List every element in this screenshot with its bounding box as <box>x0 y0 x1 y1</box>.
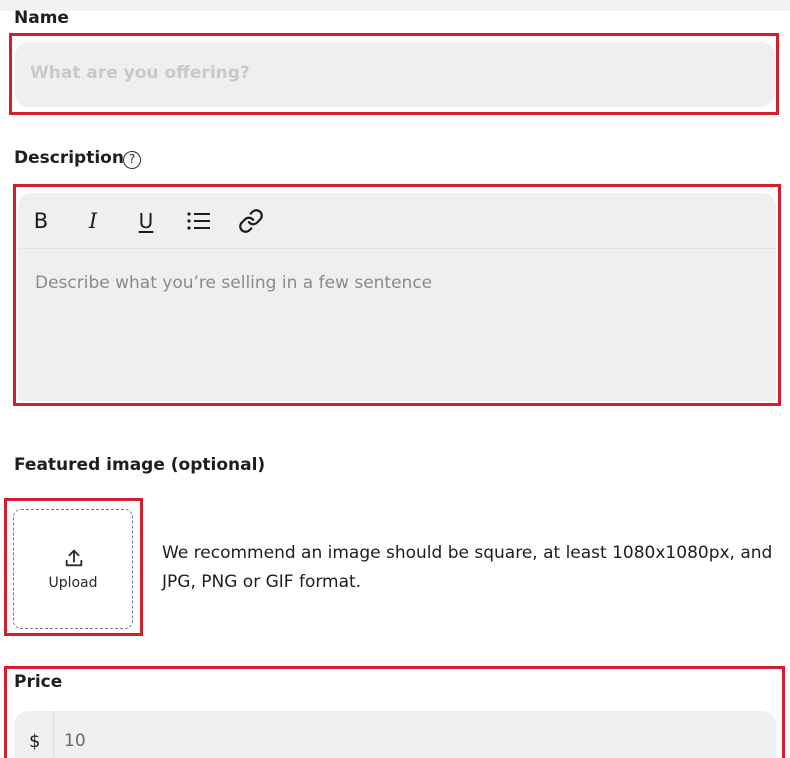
upload-label: Upload <box>48 575 98 591</box>
price-input[interactable]: 10 <box>64 731 86 751</box>
italic-icon[interactable]: I <box>79 207 107 235</box>
name-input-placeholder[interactable]: What are you offering? <box>30 63 250 83</box>
description-editor[interactable]: B I U Describe what you’re selling in a … <box>18 193 776 401</box>
link-icon[interactable] <box>237 207 265 235</box>
currency-symbol: $ <box>29 731 41 752</box>
name-field[interactable]: What are you offering? <box>15 42 775 107</box>
upload-icon <box>63 547 85 573</box>
upload-button[interactable]: Upload <box>13 509 133 629</box>
featured-image-label: Featured image (optional) <box>14 455 266 475</box>
toolbar-divider <box>18 248 776 249</box>
bold-icon[interactable]: B <box>27 207 55 235</box>
price-field[interactable]: $ 10 <box>14 711 776 758</box>
image-hint-line1: We recommend an image should be square, … <box>162 543 773 563</box>
list-icon[interactable] <box>185 207 213 235</box>
price-separator <box>53 711 54 758</box>
underline-icon[interactable]: U <box>132 207 160 235</box>
description-label: Description <box>14 148 124 168</box>
price-label: Price <box>14 672 63 692</box>
question-circle-icon[interactable]: ? <box>123 151 141 169</box>
top-strip <box>0 0 790 11</box>
image-hint-line2: JPG, PNG or GIF format. <box>162 572 362 592</box>
name-label: Name <box>14 8 69 28</box>
description-placeholder[interactable]: Describe what you’re selling in a few se… <box>35 273 432 293</box>
